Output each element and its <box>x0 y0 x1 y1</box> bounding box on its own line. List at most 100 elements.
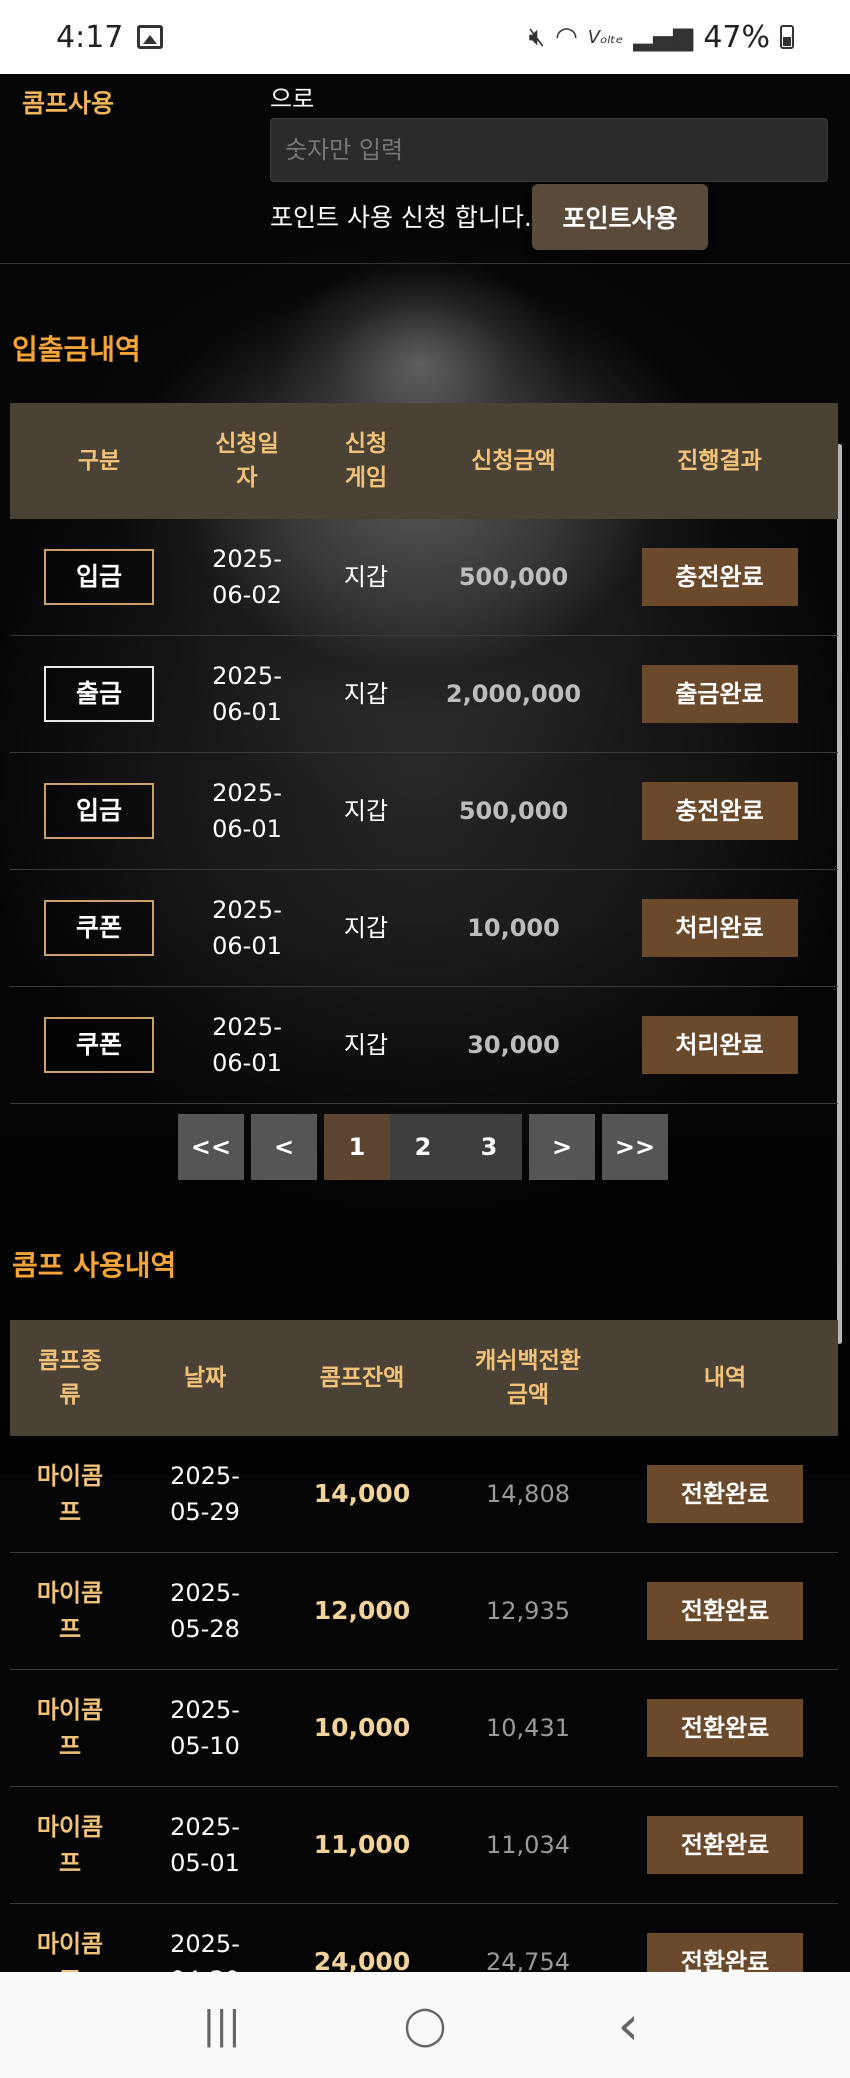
table-row: 마이콤 프 2025- 05-10 10,000 10,431 전환완료 <box>10 1670 838 1787</box>
row-date: 2025- 05-28 <box>170 1579 240 1643</box>
row-game: 지갑 <box>343 797 389 825</box>
header-result: 진행결과 <box>677 448 762 474</box>
row-date: 2025- 06-01 <box>212 896 282 960</box>
comp-amount-input[interactable] <box>270 118 828 182</box>
table-row: 마이콤 프 2025- 05-28 12,000 12,935 전환완료 <box>10 1553 838 1670</box>
table-row: 마이콤 프 2025- 05-29 14,000 14,808 전환완료 <box>10 1436 838 1553</box>
system-nav-bar: ||| ◯ ‹ <box>0 1972 850 2078</box>
page-3-button[interactable]: 3 <box>456 1114 522 1180</box>
table-row: 입금 2025- 06-01 지갑 500,000 충전완료 <box>10 753 838 870</box>
row-comp-type: 마이콤 프 <box>36 1579 104 1643</box>
table-row: 마이콤 프 2025- 04-30 24,000 24,754 전환완료 <box>10 1904 838 1972</box>
row-date: 2025- 04-30 <box>170 1930 240 1972</box>
row-balance: 10,000 <box>313 1713 411 1742</box>
back-icon[interactable]: ‹ <box>598 1994 658 2057</box>
row-game: 지갑 <box>343 563 389 591</box>
recents-icon[interactable]: ||| <box>192 1995 252 2055</box>
type-badge: 출금 <box>44 666 154 722</box>
comp-history-title: 콤프 사용내역 <box>12 1249 177 1282</box>
type-badge: 쿠폰 <box>44 900 154 956</box>
page-next-button[interactable]: > <box>529 1114 595 1180</box>
deposit-table-header: 구분 신청일 자 신청 게임 신청금액 진행결과 <box>10 403 838 519</box>
table-row: 쿠폰 2025- 06-01 지갑 10,000 처리완료 <box>10 870 838 987</box>
header-amount: 신청금액 <box>471 448 556 474</box>
row-comp-type: 마이콤 프 <box>36 1813 104 1877</box>
table-row: 입금 2025- 06-02 지갑 500,000 충전완료 <box>10 519 838 636</box>
result-badge: 충전완료 <box>641 782 798 840</box>
status-badge: 전환완료 <box>647 1699 803 1757</box>
page-last-button[interactable]: >> <box>602 1114 668 1180</box>
comp-table-header: 콤프종 류 날짜 콤프잔액 캐쉬백전환 금액 내역 <box>10 1320 838 1436</box>
mute-icon: 🔇︎ <box>528 21 546 52</box>
row-cashback: 12,935 <box>486 1597 570 1625</box>
row-date: 2025- 05-01 <box>170 1813 240 1877</box>
header-date: 신청일 자 <box>215 431 279 491</box>
image-notification-icon <box>137 25 164 49</box>
row-date: 2025- 06-01 <box>212 662 282 726</box>
row-date: 2025- 05-10 <box>170 1696 240 1760</box>
page-2-button[interactable]: 2 <box>390 1114 456 1180</box>
row-date: 2025- 06-02 <box>212 545 282 609</box>
result-badge: 출금완료 <box>641 665 798 723</box>
header-game: 신청 게임 <box>344 431 388 491</box>
row-cashback: 14,808 <box>486 1480 570 1508</box>
type-badge: 쿠폰 <box>44 1017 154 1073</box>
row-cashback: 11,034 <box>486 1831 570 1859</box>
result-badge: 처리완료 <box>641 899 798 957</box>
deposit-table: 구분 신청일 자 신청 게임 신청금액 진행결과 입금 2025- 06-02 … <box>10 403 838 1104</box>
status-badge: 전환완료 <box>647 1933 803 1972</box>
row-game: 지갑 <box>343 914 389 942</box>
row-comp-type: 마이콤 프 <box>36 1696 104 1760</box>
home-icon[interactable]: ◯ <box>395 1995 455 2055</box>
page-number-group: 1 2 3 <box>324 1114 522 1180</box>
header-balance: 콤프잔액 <box>319 1365 405 1391</box>
signal-icon: ▂▄▆ <box>633 22 694 52</box>
main-content[interactable]: 콤프사용 으로 포인트 사용 신청 합니다. 포인트사용 입출금내역 구분 신청… <box>0 74 850 1972</box>
comp-use-form: 콤프사용 으로 포인트 사용 신청 합니다. 포인트사용 <box>0 74 850 264</box>
header-cashback: 캐쉬백전환 금액 <box>475 1348 581 1408</box>
row-balance: 11,000 <box>313 1830 411 1859</box>
type-badge: 입금 <box>44 783 154 839</box>
point-use-button[interactable]: 포인트사용 <box>532 184 708 250</box>
header-date: 날짜 <box>183 1365 227 1391</box>
row-cashback: 24,754 <box>486 1948 570 1972</box>
comp-note: 포인트 사용 신청 합니다. <box>270 203 532 232</box>
row-date: 2025- 06-01 <box>212 1013 282 1077</box>
row-game: 지갑 <box>343 1031 389 1059</box>
type-badge: 입금 <box>44 549 154 605</box>
row-comp-type: 마이콤 프 <box>36 1930 104 1972</box>
pagination: << < 1 2 3 > >> <box>178 1114 668 1180</box>
clock: 4:17 <box>56 19 124 55</box>
wifi-icon: ◠ <box>555 22 578 52</box>
volte-icon: Vₒₗₜₑ <box>587 26 624 48</box>
page-first-button[interactable]: << <box>178 1114 244 1180</box>
header-comp-type: 콤프종 류 <box>38 1348 102 1408</box>
row-cashback: 10,431 <box>486 1714 570 1742</box>
row-balance: 14,000 <box>313 1479 411 1508</box>
row-game: 지갑 <box>343 680 389 708</box>
row-balance: 24,000 <box>313 1947 411 1972</box>
row-amount: 500,000 <box>458 797 569 825</box>
table-row: 쿠폰 2025- 06-01 지갑 30,000 처리완료 <box>10 987 838 1104</box>
deposit-history-title: 입출금내역 <box>12 333 141 366</box>
header-status: 내역 <box>703 1365 747 1391</box>
page-prev-button[interactable]: < <box>251 1114 317 1180</box>
row-balance: 12,000 <box>313 1596 411 1625</box>
row-amount: 10,000 <box>467 914 560 942</box>
battery-percent: 47% <box>703 19 770 55</box>
row-amount: 30,000 <box>467 1031 560 1059</box>
row-date: 2025- 05-29 <box>170 1462 240 1526</box>
result-badge: 충전완료 <box>641 548 798 606</box>
row-comp-type: 마이콤 프 <box>36 1462 104 1526</box>
page-1-button[interactable]: 1 <box>324 1114 390 1180</box>
row-date: 2025- 06-01 <box>212 779 282 843</box>
status-badge: 전환완료 <box>647 1816 803 1874</box>
comp-use-label: 콤프사용 <box>22 89 115 118</box>
comp-eu-text: 으로 <box>270 85 315 113</box>
result-badge: 처리완료 <box>641 1016 798 1074</box>
table-row: 마이콤 프 2025- 05-01 11,000 11,034 전환완료 <box>10 1787 838 1904</box>
status-badge: 전환완료 <box>647 1465 803 1523</box>
row-amount: 2,000,000 <box>445 680 582 708</box>
comp-history-table: 콤프종 류 날짜 콤프잔액 캐쉬백전환 금액 내역 마이콤 프 2025- 05… <box>10 1320 838 1972</box>
status-badge: 전환완료 <box>647 1582 803 1640</box>
